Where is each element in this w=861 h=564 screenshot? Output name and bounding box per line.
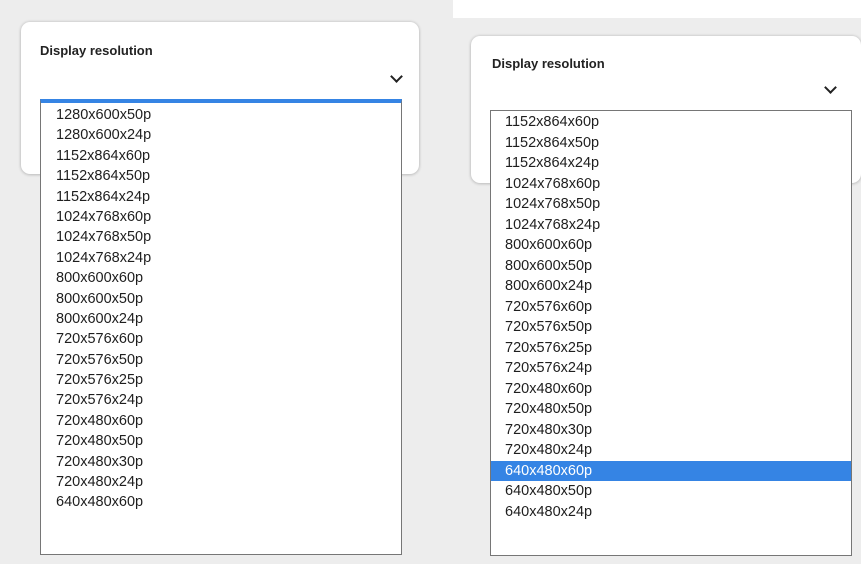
resolution-option[interactable]: 720x480x24p xyxy=(41,472,401,492)
resolution-option[interactable]: 720x576x50p xyxy=(491,317,851,338)
resolution-dropdown-list-right[interactable]: 1152x864x60p 1152x864x50p 1152x864x24p 1… xyxy=(490,110,852,556)
resolution-option[interactable]: 1280x600x24p xyxy=(41,125,401,145)
resolution-option[interactable]: 1024x768x50p xyxy=(41,227,401,247)
display-resolution-label: Display resolution xyxy=(40,43,153,58)
resolution-option[interactable]: 720x576x60p xyxy=(491,297,851,318)
resolution-option[interactable]: 720x480x60p xyxy=(491,379,851,400)
resolution-option[interactable]: 1024x768x50p xyxy=(491,194,851,215)
resolution-option[interactable]: 1152x864x24p xyxy=(491,153,851,174)
resolution-option[interactable]: 720x576x24p xyxy=(491,358,851,379)
resolution-option[interactable]: 720x576x24p xyxy=(41,390,401,410)
resolution-option[interactable]: 640x480x24p xyxy=(491,502,851,523)
resolution-option[interactable]: 640x480x50p xyxy=(491,481,851,502)
resolution-option[interactable]: 800x600x60p xyxy=(491,235,851,256)
resolution-option[interactable]: 720x576x60p xyxy=(41,329,401,349)
resolution-option[interactable]: 1024x768x60p xyxy=(491,174,851,195)
resolution-option[interactable]: 720x576x25p xyxy=(41,370,401,390)
resolution-option[interactable]: 1152x864x24p xyxy=(41,187,401,207)
resolution-option[interactable]: 800x600x24p xyxy=(491,276,851,297)
resolution-dropdown-list-left[interactable]: 1280x600x50p 1280x600x24p 1152x864x60p 1… xyxy=(40,99,402,555)
resolution-option[interactable]: 720x480x60p xyxy=(41,411,401,431)
top-background-strip xyxy=(453,0,861,18)
resolution-option[interactable]: 800x600x50p xyxy=(41,289,401,309)
resolution-option[interactable]: 720x480x50p xyxy=(491,399,851,420)
resolution-option[interactable]: 1152x864x60p xyxy=(41,146,401,166)
resolution-option[interactable]: 720x576x50p xyxy=(41,350,401,370)
resolution-option[interactable]: 1024x768x24p xyxy=(491,215,851,236)
resolution-option[interactable]: 720x576x25p xyxy=(491,338,851,359)
resolution-option[interactable]: 800x600x60p xyxy=(41,268,401,288)
resolution-option[interactable]: 1280x600x50p xyxy=(41,105,401,125)
resolution-option[interactable]: 720x480x30p xyxy=(491,420,851,441)
resolution-option[interactable]: 800x600x24p xyxy=(41,309,401,329)
resolution-option[interactable]: 1152x864x50p xyxy=(41,166,401,186)
resolution-option[interactable]: 1024x768x60p xyxy=(41,207,401,227)
resolution-option[interactable]: 1152x864x60p xyxy=(491,112,851,133)
resolution-option[interactable]: 720x480x50p xyxy=(41,431,401,451)
resolution-option[interactable]: 720x480x24p xyxy=(491,440,851,461)
resolution-option[interactable]: 720x480x30p xyxy=(41,452,401,472)
chevron-down-icon[interactable] xyxy=(824,81,837,94)
resolution-option[interactable]: 1024x768x24p xyxy=(41,248,401,268)
display-resolution-label: Display resolution xyxy=(492,56,605,71)
resolution-option[interactable]: 1152x864x50p xyxy=(491,133,851,154)
resolution-option[interactable]: 800x600x50p xyxy=(491,256,851,277)
chevron-down-icon[interactable] xyxy=(390,70,403,83)
resolution-option-highlighted[interactable]: 640x480x60p xyxy=(491,460,851,481)
resolution-option[interactable]: 640x480x60p xyxy=(41,492,401,512)
